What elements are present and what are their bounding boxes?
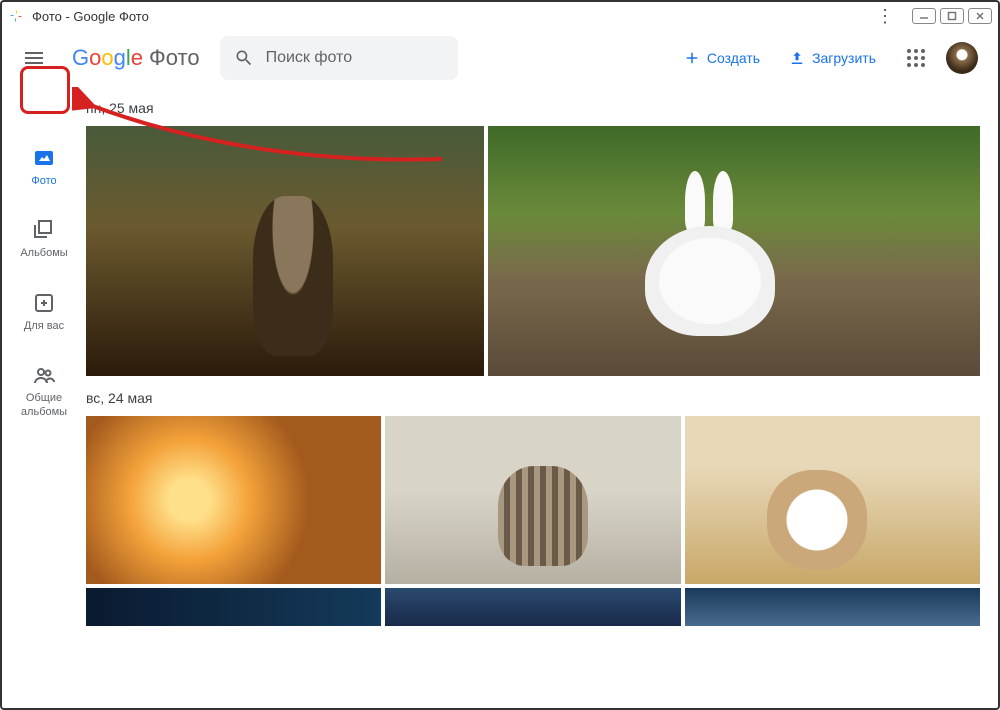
window-more-icon[interactable]: ⋮ <box>868 6 902 27</box>
shared-icon <box>32 363 56 387</box>
photo-thumbnail[interactable] <box>86 416 381 584</box>
search-input[interactable]: Поиск фото <box>220 36 459 80</box>
sidebar-item-for-you[interactable]: Для вас <box>24 291 64 333</box>
date-header[interactable]: вс, 24 мая <box>86 390 980 406</box>
for-you-icon <box>32 291 56 315</box>
sidebar-item-shared[interactable]: Общие альбомы <box>2 363 86 420</box>
plus-icon <box>683 49 701 67</box>
photo-icon <box>32 146 56 170</box>
app-header: Google Фото Поиск фото Создать Загрузить <box>2 30 998 86</box>
close-button[interactable] <box>968 8 992 24</box>
photo-grid: пн, 25 мая вс, 24 мая <box>86 86 998 708</box>
google-photos-logo[interactable]: Google Фото <box>72 45 200 71</box>
search-icon <box>234 48 254 68</box>
photo-thumbnail[interactable] <box>685 416 980 584</box>
maximize-button[interactable] <box>940 8 964 24</box>
window-title: Фото - Google Фото <box>32 9 149 24</box>
app-favicon <box>8 8 24 24</box>
window-controls <box>912 8 992 24</box>
sidebar-nav: Фото Альбомы Для вас Общие альбомы <box>2 86 86 708</box>
sidebar-item-albums[interactable]: Альбомы <box>20 218 67 260</box>
upload-button[interactable]: Загрузить <box>774 49 890 67</box>
account-avatar[interactable] <box>946 42 978 74</box>
create-button[interactable]: Создать <box>669 49 774 67</box>
date-header[interactable]: пн, 25 мая <box>86 100 980 116</box>
apps-launcher-icon[interactable] <box>904 46 928 70</box>
photo-thumbnail[interactable] <box>385 588 680 626</box>
sidebar-item-photos[interactable]: Фото <box>31 146 56 188</box>
albums-icon <box>32 218 56 242</box>
photo-thumbnail[interactable] <box>488 126 980 376</box>
logo-product: Фото <box>149 45 200 71</box>
minimize-button[interactable] <box>912 8 936 24</box>
search-placeholder: Поиск фото <box>266 49 353 67</box>
photo-thumbnail[interactable] <box>685 588 980 626</box>
window-titlebar: Фото - Google Фото ⋮ <box>2 2 998 30</box>
upload-icon <box>788 49 806 67</box>
photo-thumbnail[interactable] <box>86 126 484 376</box>
menu-button[interactable] <box>14 38 54 78</box>
photo-thumbnail[interactable] <box>385 416 680 584</box>
photo-thumbnail[interactable] <box>86 588 381 626</box>
